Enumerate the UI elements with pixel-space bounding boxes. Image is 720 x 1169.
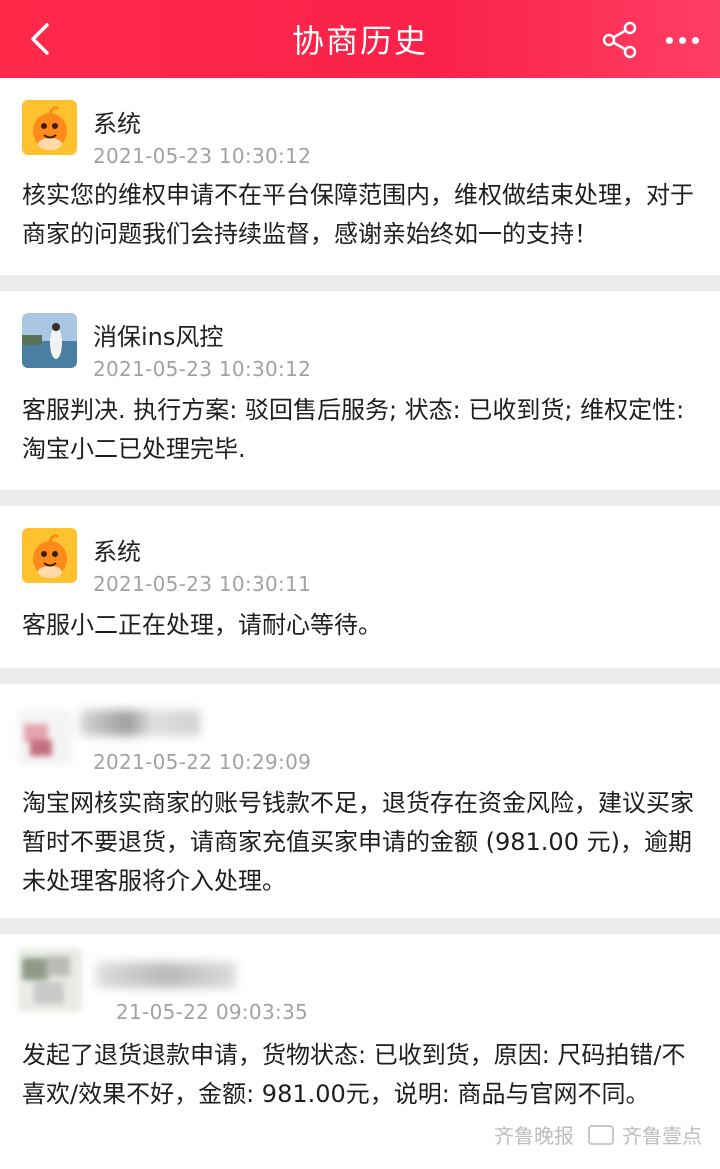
message-time: 2021-05-23 10:30:11 (93, 572, 312, 596)
sender-name: 消保ins风控 (93, 323, 224, 351)
page-title: 协商历史 (291, 22, 428, 60)
blurred-avatar (18, 710, 73, 765)
system-mascot-avatar (22, 528, 77, 583)
message-text: 客服判决. 执行方案: 驳回售后服务; 状态: 已收到货; 维权定性: 淘宝小二… (22, 396, 685, 463)
watermark-text: 齐鲁壹点 (622, 1124, 702, 1148)
watermark-text: 齐鲁晚报 (494, 1124, 574, 1148)
sender-name: 系统 (93, 110, 141, 138)
message-card: 21-05-22 09:03:35 发起了退货退款申请，货物状态: 已收到货，原… (0, 934, 720, 1169)
message-card: 2021-05-22 10:29:09 淘宝网核实商家的账号钱款不足，退货存在资… (0, 684, 720, 918)
share-icon[interactable] (600, 20, 640, 60)
message-time: 21-05-22 09:03:35 (116, 1000, 309, 1024)
more-dots-icon[interactable] (660, 22, 704, 58)
message-time: 2021-05-22 10:29:09 (93, 750, 312, 774)
message-card: 系统 2021-05-23 10:30:12 核实您的维权申请不在平台保障范围内… (0, 78, 720, 275)
message-text: 淘宝网核实商家的账号钱款不足，退货存在资金风险，建议买家暂时不要退货，请商家充值… (22, 789, 694, 895)
message-text: 发起了退货退款申请，货物状态: 已收到货，原因: 尺码拍错/不喜欢/效果不好，金… (22, 1041, 686, 1108)
blurred-name (80, 710, 200, 736)
message-card: 消保ins风控 2021-05-23 10:30:12 客服判决. 执行方案: … (0, 291, 720, 490)
watermark: 齐鲁晚报 齐鲁壹点 (494, 1120, 702, 1149)
watermark-logo-icon (588, 1124, 614, 1145)
blurred-avatar (18, 948, 82, 1012)
message-text: 客服小二正在处理，请耐心等待。 (22, 611, 382, 639)
message-card: 系统 2021-05-23 10:30:11 客服小二正在处理，请耐心等待。 (0, 506, 720, 668)
message-text: 核实您的维权申请不在平台保障范围内，维权做结束处理，对于商家的问题我们会持续监督… (22, 181, 694, 248)
navigation-bar: 协商历史 (0, 0, 720, 78)
message-time: 2021-05-23 10:30:12 (93, 144, 312, 168)
message-time: 2021-05-23 10:30:12 (93, 357, 312, 381)
sender-name: 系统 (93, 538, 141, 566)
blurred-name (96, 962, 236, 988)
back-arrow-icon[interactable] (18, 16, 62, 62)
photo-avatar (22, 313, 77, 368)
system-mascot-avatar (22, 100, 77, 155)
